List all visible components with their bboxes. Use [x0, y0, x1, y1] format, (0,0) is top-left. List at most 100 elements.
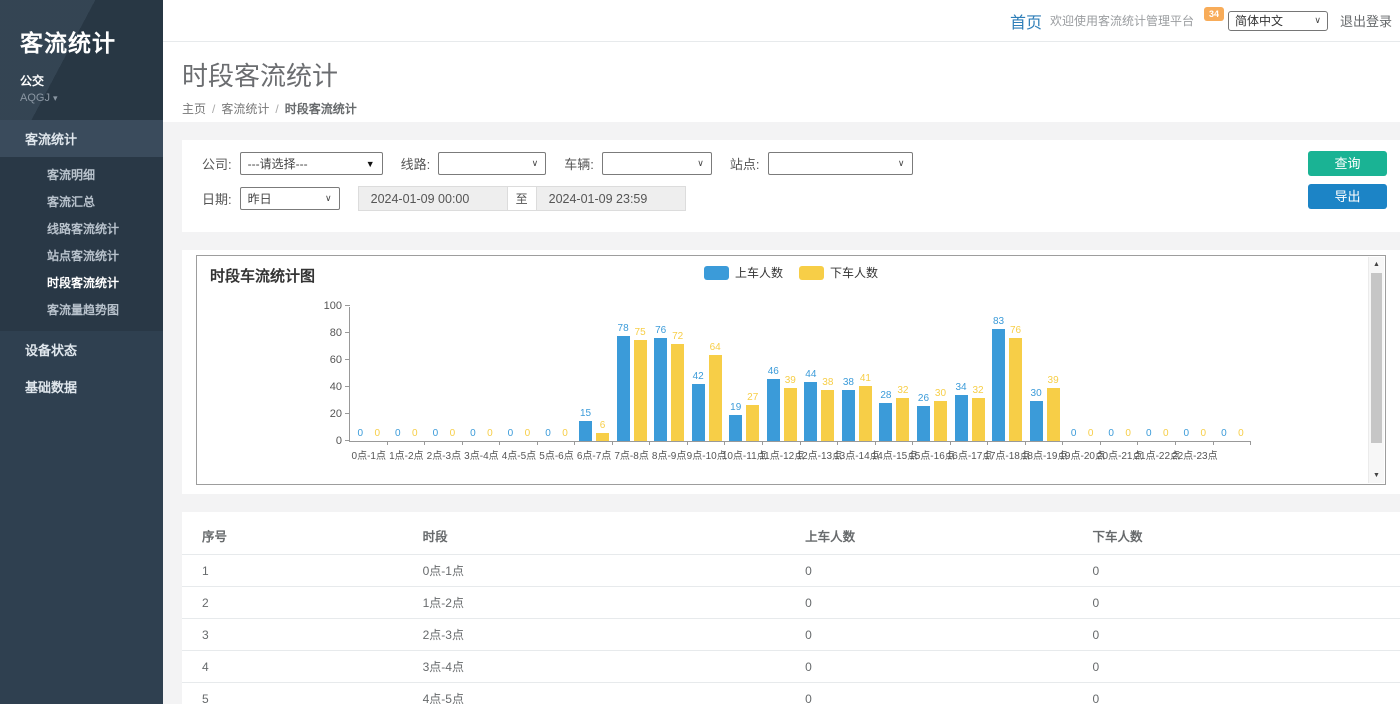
scroll-up-icon[interactable]: ▲ — [1369, 261, 1384, 268]
sidebar-item-3[interactable]: 基础数据 — [0, 368, 163, 405]
bar[interactable] — [896, 398, 909, 441]
legend-item[interactable]: 下车人数 — [799, 264, 878, 281]
bar-group: 192710点-11点 — [725, 307, 763, 441]
bar-column: 39 — [784, 376, 797, 441]
table-cell: 1 — [182, 555, 415, 587]
bar[interactable] — [1009, 338, 1022, 441]
col-header-timeslot: 时段 — [415, 516, 797, 555]
bar-column: 0 — [354, 429, 367, 441]
bar[interactable] — [934, 401, 947, 442]
date-from-input[interactable]: 2024-01-09 00:00 — [358, 186, 508, 211]
filter-panel: 公司: ---请选择---▼ 线路: ∨ 车辆: ∨ 站点: ∨ 日期: 昨日∨… — [182, 140, 1400, 232]
legend-item[interactable]: 上车人数 — [704, 264, 783, 281]
bar[interactable] — [1047, 388, 1060, 441]
home-link[interactable]: 首页 — [1010, 9, 1042, 33]
vehicle-select[interactable]: ∨ — [602, 152, 712, 175]
bar-column: 0 — [1180, 429, 1193, 441]
bar[interactable] — [671, 344, 684, 441]
legend-label: 下车人数 — [830, 264, 878, 281]
bar[interactable] — [692, 384, 705, 441]
sidebar-subitem[interactable]: 时段客流统计 — [0, 269, 163, 296]
vehicle-label: 车辆: — [564, 154, 594, 173]
bar[interactable] — [1030, 401, 1043, 442]
bar[interactable] — [859, 386, 872, 441]
sidebar-menu: 客流统计客流明细客流汇总线路客流统计站点客流统计时段客流统计客流量趋势图设备状态… — [0, 120, 163, 405]
legend-swatch — [704, 266, 729, 280]
bar-group: 463911点-12点 — [763, 307, 801, 441]
bar-column: 44 — [804, 370, 817, 441]
bar-value-label: 39 — [785, 376, 796, 386]
bar[interactable] — [992, 329, 1005, 441]
bar[interactable] — [955, 395, 968, 441]
breadcrumb: 主页/客流统计/时段客流统计 — [182, 100, 1380, 117]
y-axis-tick-mark — [345, 305, 350, 306]
query-button[interactable]: 查询 — [1308, 151, 1387, 176]
bar[interactable] — [729, 415, 742, 441]
bar[interactable] — [767, 379, 780, 441]
sidebar-subitem[interactable]: 客流明细 — [0, 161, 163, 188]
sidebar-item-2[interactable]: 设备状态 — [0, 331, 163, 368]
bar-group: 004点-5点 — [500, 307, 538, 441]
company-select[interactable]: ---请选择---▼ — [240, 152, 383, 175]
legend-label: 上车人数 — [735, 264, 783, 281]
bar-column: 32 — [896, 386, 909, 441]
bar[interactable] — [596, 433, 609, 441]
language-select[interactable]: 简体中文∨ — [1228, 11, 1328, 31]
bar[interactable] — [804, 382, 817, 441]
date-preset-select[interactable]: 昨日∨ — [240, 187, 340, 210]
bar[interactable] — [746, 405, 759, 441]
bar-value-label: 32 — [897, 386, 908, 396]
content-area: 公司: ---请选择---▼ 线路: ∨ 车辆: ∨ 站点: ∨ 日期: 昨日∨… — [163, 122, 1400, 704]
col-header-alighting: 下车人数 — [1085, 516, 1400, 555]
bar[interactable] — [654, 338, 667, 441]
bar[interactable] — [842, 390, 855, 441]
sidebar-item-1[interactable]: 客流统计 — [0, 120, 163, 157]
bar[interactable] — [709, 355, 722, 441]
bar[interactable] — [617, 336, 630, 441]
chart-legend: 上车人数 下车人数 — [197, 264, 1385, 281]
line-label: 线路: — [401, 154, 431, 173]
bar[interactable] — [579, 421, 592, 441]
logout-link[interactable]: 退出登录 — [1340, 11, 1392, 30]
bar-group: 003点-4点 — [463, 307, 501, 441]
table-cell: 3 — [182, 619, 415, 651]
line-select[interactable]: ∨ — [438, 152, 546, 175]
scroll-down-icon[interactable]: ▼ — [1369, 472, 1384, 479]
station-select[interactable]: ∨ — [768, 152, 913, 175]
bar[interactable] — [784, 388, 797, 441]
chart-vertical-scrollbar[interactable]: ▲ ▼ — [1368, 257, 1384, 483]
scrollbar-thumb[interactable] — [1371, 273, 1382, 443]
export-button[interactable]: 导出 — [1308, 184, 1387, 209]
bar-value-label: 0 — [1163, 429, 1169, 439]
org-code-dropdown[interactable]: AQGJ ▾ — [20, 92, 163, 104]
sidebar-subitem[interactable]: 线路客流统计 — [0, 215, 163, 242]
bar-group: 0021点-22点 — [1138, 307, 1176, 441]
bar-group: 1566点-7点 — [575, 307, 613, 441]
bar[interactable] — [634, 340, 647, 441]
chevron-down-icon: ∨ — [325, 193, 332, 204]
sidebar-subitem[interactable]: 客流量趋势图 — [0, 296, 163, 323]
bar-column: 27 — [746, 393, 759, 441]
bar-value-label: 0 — [525, 429, 531, 439]
bar-value-label: 28 — [880, 391, 891, 401]
y-axis-tick-label: 40 — [308, 381, 342, 393]
sidebar-subitem[interactable]: 站点客流统计 — [0, 242, 163, 269]
breadcrumb-separator: / — [212, 102, 215, 116]
bar-value-label: 0 — [1146, 429, 1152, 439]
date-label: 日期: — [202, 189, 232, 208]
date-to-input[interactable]: 2024-01-09 23:59 — [536, 186, 686, 211]
bar-value-label: 0 — [374, 429, 380, 439]
date-range-separator: 至 — [508, 186, 536, 211]
bar[interactable] — [972, 398, 985, 441]
breadcrumb-item[interactable]: 主页 — [182, 102, 206, 116]
bar-column: 0 — [1217, 429, 1230, 441]
bar-value-label: 83 — [993, 317, 1004, 327]
bar-value-label: 0 — [487, 429, 493, 439]
col-header-boarding: 上车人数 — [797, 516, 1084, 555]
sidebar-subitem[interactable]: 客流汇总 — [0, 188, 163, 215]
bar[interactable] — [917, 406, 930, 441]
breadcrumb-item[interactable]: 客流统计 — [221, 102, 269, 116]
bar[interactable] — [879, 403, 892, 441]
bar[interactable] — [821, 390, 834, 441]
bar-value-label: 0 — [1071, 429, 1077, 439]
